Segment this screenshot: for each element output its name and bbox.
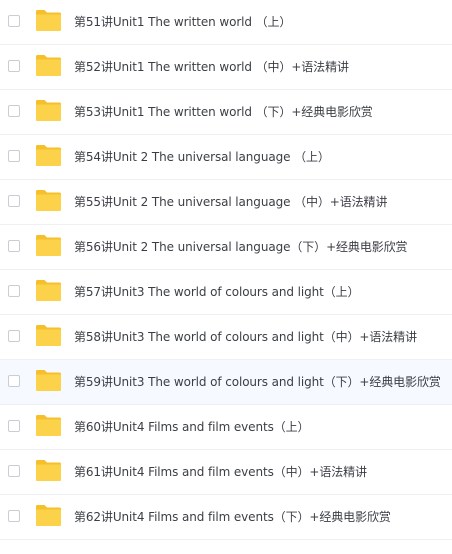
file-row[interactable]: 第53讲Unit1 The written world （下）+经典电影欣赏 [0, 90, 452, 135]
folder-icon [35, 323, 62, 347]
file-row[interactable]: 第58讲Unit3 The world of colours and light… [0, 315, 452, 360]
file-name[interactable]: 第59讲Unit3 The world of colours and light… [74, 360, 441, 404]
file-name[interactable]: 第58讲Unit3 The world of colours and light… [74, 315, 417, 359]
row-checkbox[interactable] [8, 375, 20, 387]
row-checkbox[interactable] [8, 15, 20, 27]
row-checkbox[interactable] [8, 60, 20, 72]
folder-icon [35, 368, 62, 392]
folder-icon [35, 8, 62, 32]
file-name[interactable]: 第57讲Unit3 The world of colours and light… [74, 270, 360, 314]
file-name[interactable]: 第60讲Unit4 Films and film events（上） [74, 405, 310, 449]
file-row[interactable]: 第51讲Unit1 The written world （上） [0, 0, 452, 45]
folder-icon [35, 53, 62, 77]
file-row[interactable]: 第54讲Unit 2 The universal language （上） [0, 135, 452, 180]
row-checkbox[interactable] [8, 465, 20, 477]
file-name[interactable]: 第62讲Unit4 Films and film events（下）+经典电影欣… [74, 495, 391, 539]
file-row[interactable]: 第55讲Unit 2 The universal language （中）+语法… [0, 180, 452, 225]
folder-icon [35, 413, 62, 437]
row-checkbox[interactable] [8, 195, 20, 207]
row-checkbox[interactable] [8, 105, 20, 117]
file-name[interactable]: 第53讲Unit1 The written world （下）+经典电影欣赏 [74, 90, 373, 134]
folder-icon [35, 458, 62, 482]
file-row[interactable]: 第56讲Unit 2 The universal language（下）+经典电… [0, 225, 452, 270]
file-name[interactable]: 第61讲Unit4 Films and film events（中）+语法精讲 [74, 450, 367, 494]
folder-icon [35, 278, 62, 302]
file-row[interactable]: 第61讲Unit4 Films and film events（中）+语法精讲 [0, 450, 452, 495]
file-row[interactable]: 第62讲Unit4 Films and film events（下）+经典电影欣… [0, 495, 452, 540]
folder-icon [35, 503, 62, 527]
file-row[interactable]: 第60讲Unit4 Films and film events（上） [0, 405, 452, 450]
file-name[interactable]: 第51讲Unit1 The written world （上） [74, 0, 291, 44]
row-checkbox[interactable] [8, 330, 20, 342]
row-checkbox[interactable] [8, 285, 20, 297]
file-name[interactable]: 第52讲Unit1 The written world （中）+语法精讲 [74, 45, 349, 89]
row-checkbox[interactable] [8, 150, 20, 162]
file-name[interactable]: 第54讲Unit 2 The universal language （上） [74, 135, 330, 179]
folder-icon [35, 98, 62, 122]
row-checkbox[interactable] [8, 420, 20, 432]
folder-icon [35, 143, 62, 167]
folder-icon [35, 188, 62, 212]
folder-icon [35, 233, 62, 257]
row-checkbox[interactable] [8, 510, 20, 522]
file-row[interactable]: 第52讲Unit1 The written world （中）+语法精讲 [0, 45, 452, 90]
file-row-hovered[interactable]: 第59讲Unit3 The world of colours and light… [0, 360, 452, 405]
file-name[interactable]: 第56讲Unit 2 The universal language（下）+经典电… [74, 225, 408, 269]
row-checkbox[interactable] [8, 240, 20, 252]
file-list: 第51讲Unit1 The written world （上） 第52讲Unit… [0, 0, 452, 554]
file-row[interactable]: 第57讲Unit3 The world of colours and light… [0, 270, 452, 315]
file-name[interactable]: 第55讲Unit 2 The universal language （中）+语法… [74, 180, 387, 224]
